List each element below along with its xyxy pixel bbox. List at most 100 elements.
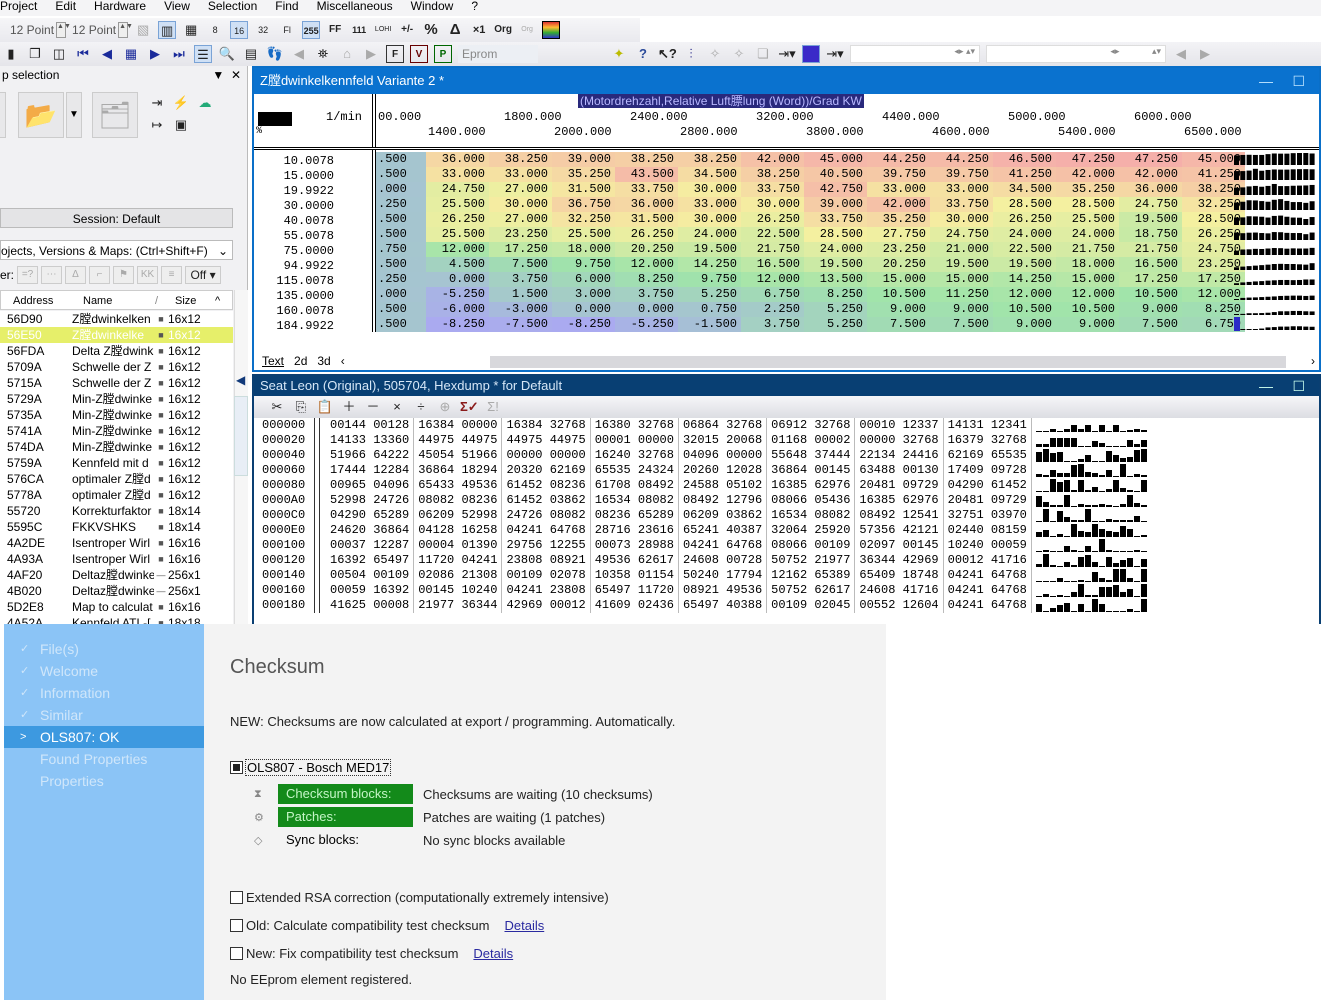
hex-value[interactable]: 00059 [330, 583, 366, 597]
hex-value[interactable]: 13360 [373, 433, 409, 447]
hex-value[interactable]: 06209 [683, 508, 719, 522]
hex-value[interactable]: 32768 [638, 418, 674, 432]
wizard-step[interactable]: > OLS807: OK [4, 726, 204, 748]
hex-value[interactable]: 49536 [595, 553, 631, 567]
hex-value[interactable]: 04241 [506, 583, 542, 597]
hex-value[interactable]: 01390 [461, 538, 497, 552]
help-icon[interactable]: ? [634, 45, 652, 63]
checkbox-icon[interactable] [230, 761, 243, 774]
hex-value[interactable]: 16392 [330, 553, 366, 567]
insert-icon[interactable]: ⊕ [436, 398, 454, 416]
hex-value[interactable]: 03862 [726, 508, 762, 522]
map-cell[interactable]: 23.250 [489, 227, 552, 242]
hex-value[interactable]: 09728 [991, 463, 1027, 477]
hex-value[interactable]: 32768 [991, 433, 1027, 447]
map-cell[interactable]: 9.000 [1119, 302, 1182, 317]
list-item[interactable]: 5715A Schwelle der Z ■ 16x12 [0, 375, 233, 391]
original-button[interactable]: Org [494, 21, 512, 39]
hex-value[interactable]: 52998 [330, 493, 366, 507]
hex-value[interactable]: 00728 [726, 553, 762, 567]
hex-value[interactable]: 64222 [373, 448, 409, 462]
hex-value[interactable]: 14133 [330, 433, 366, 447]
sort-icon[interactable]: / [155, 291, 175, 309]
map-cell[interactable]: 8.250 [804, 287, 867, 302]
map-cell[interactable]: 21.750 [741, 242, 804, 257]
wand-icon[interactable]: ✦ [610, 45, 628, 63]
map-cell[interactable]: .500 [376, 227, 426, 242]
menu-edit[interactable]: Edit [55, 0, 85, 16]
hex-value[interactable]: 23616 [638, 523, 674, 537]
filter-equal-icon[interactable]: =? [17, 266, 39, 284]
map-cell[interactable]: 10.500 [1119, 287, 1182, 302]
bits-8-button[interactable]: 8 [206, 21, 224, 39]
original-compare-button[interactable]: Org [518, 21, 536, 39]
hex-value[interactable]: 65535 [991, 448, 1027, 462]
hex-value[interactable]: 65289 [638, 508, 674, 522]
map-cell[interactable]: 14.250 [678, 257, 741, 272]
hex-value[interactable]: 24726 [373, 493, 409, 507]
import-file-icon[interactable]: ⇥ [148, 94, 166, 112]
hex-value[interactable]: 00000 [726, 448, 762, 462]
hex-value[interactable]: 08066 [771, 538, 807, 552]
map-cell[interactable]: 36.000 [1119, 182, 1182, 197]
hex-value[interactable]: 04096 [373, 478, 409, 492]
map-cell[interactable]: 0.750 [678, 302, 741, 317]
map-cell[interactable]: 26.250 [993, 212, 1056, 227]
tab-text[interactable]: Text [262, 354, 284, 368]
wizard-step[interactable]: Properties [4, 770, 204, 792]
map-cell[interactable]: 13.500 [804, 272, 867, 287]
map-cell[interactable]: 34.500 [993, 182, 1056, 197]
map-cell[interactable]: 30.000 [930, 212, 993, 227]
map-cell[interactable]: .500 [376, 167, 426, 182]
sign-button[interactable]: +/- [398, 21, 416, 39]
hex-value[interactable]: 64768 [991, 598, 1027, 612]
hex-value[interactable]: 17409 [948, 463, 984, 477]
cloud-icon[interactable]: ☁ [196, 94, 214, 112]
map-cell[interactable]: 4.500 [426, 257, 489, 272]
map-cell[interactable]: 25.500 [1056, 212, 1119, 227]
map-cell[interactable]: 26.250 [741, 212, 804, 227]
hex-value[interactable]: 18748 [903, 568, 939, 582]
hex-value[interactable]: 00109 [814, 538, 850, 552]
map-cell[interactable]: 39.750 [867, 167, 930, 182]
hex-value[interactable]: 40387 [726, 523, 762, 537]
hex-value[interactable]: 08082 [418, 493, 454, 507]
subtract-icon[interactable]: － [364, 398, 382, 416]
hex-value[interactable]: 64768 [991, 568, 1027, 582]
list-item[interactable]: 5D2E8 Map to calculat ■ 16x16 [0, 599, 233, 615]
hex-value[interactable]: 12162 [771, 568, 807, 582]
hex-value[interactable]: 08236 [550, 478, 586, 492]
hex-value[interactable]: 00000 [638, 433, 674, 447]
option-label[interactable]: Extended RSA correction (computationally… [246, 890, 609, 905]
hex-value[interactable]: 16392 [373, 583, 409, 597]
hex-value[interactable]: 16380 [595, 418, 631, 432]
multiply-icon[interactable]: × [388, 398, 406, 416]
map-cell[interactable]: 9.750 [678, 272, 741, 287]
map-cell[interactable]: 27.750 [867, 227, 930, 242]
map-cell[interactable]: 39.750 [930, 167, 993, 182]
map-cell[interactable]: 30.000 [741, 197, 804, 212]
scrollbar-thumb[interactable] [234, 396, 248, 476]
map-cell[interactable]: 33.000 [426, 167, 489, 182]
map-cell[interactable]: 16.500 [1119, 257, 1182, 272]
map-cell[interactable]: 43.500 [615, 167, 678, 182]
col-name[interactable]: Name [73, 291, 155, 309]
hex-value[interactable]: 21977 [814, 553, 850, 567]
scroll-left-icon[interactable]: ‹ [341, 354, 345, 368]
map-cell[interactable]: 21.000 [930, 242, 993, 257]
context-help-icon[interactable]: ↖? [658, 45, 677, 63]
hex-value[interactable]: 32064 [771, 523, 807, 537]
hex-value[interactable]: 28716 [595, 523, 631, 537]
hex-value[interactable]: 36344 [461, 598, 497, 612]
hex-value[interactable]: 24620 [330, 523, 366, 537]
bits-16-button[interactable]: 16 [230, 21, 249, 39]
hex-value[interactable]: 64768 [991, 583, 1027, 597]
hex-value[interactable]: 57356 [859, 523, 895, 537]
export-chip-icon[interactable]: ▣ [172, 116, 190, 134]
map-cell[interactable]: 24.750 [930, 227, 993, 242]
project-selector[interactable]: ojects, Versions & Maps: (Ctrl+Shift+F) ⌄ [0, 240, 233, 260]
hex-value[interactable]: 41716 [903, 583, 939, 597]
hex-value[interactable]: 01168 [771, 433, 807, 447]
step-forward-icon[interactable]: ▶ [1196, 45, 1214, 63]
hex-value[interactable]: 00128 [373, 418, 409, 432]
